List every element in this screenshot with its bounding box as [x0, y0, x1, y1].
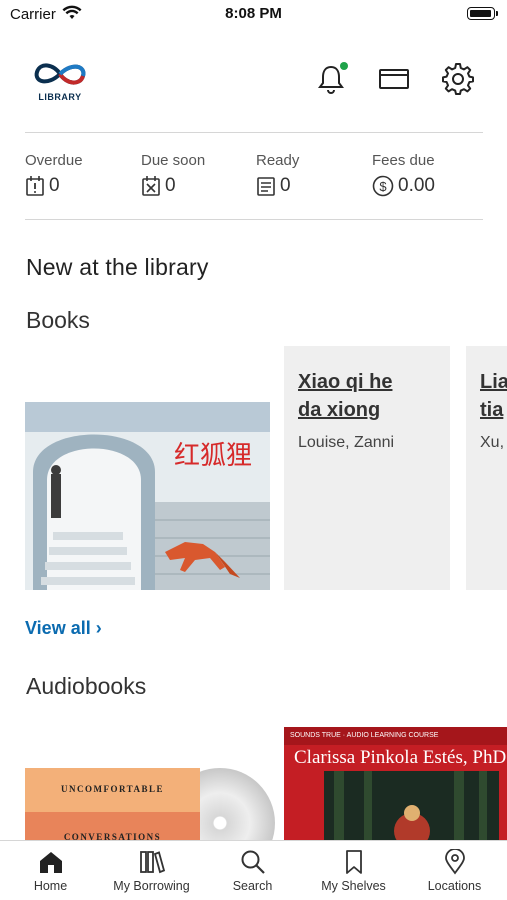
book-cover-red-fox[interactable]: 红狐狸 — [25, 402, 270, 590]
battery-icon — [467, 7, 498, 20]
tab-locations[interactable]: Locations — [404, 841, 505, 900]
book-title-line[interactable]: da xiong — [298, 396, 436, 424]
book-card-partial[interactable]: Lia tia Xu, — [466, 346, 507, 590]
book-title-line[interactable]: Xiao qi he — [298, 368, 436, 396]
stat-value: 0 — [165, 175, 176, 196]
section-title: New at the library — [26, 254, 209, 280]
book-title-line[interactable]: tia — [480, 396, 507, 424]
account-summary: Overdue 0 Due soon 0 Ready 0 Fees due $ … — [25, 152, 485, 202]
books-heading: Books — [26, 307, 90, 333]
books-icon — [139, 851, 165, 874]
tab-label: My Shelves — [321, 879, 386, 893]
bookmark-icon — [345, 850, 362, 874]
tab-label: Search — [232, 879, 273, 893]
cover-title: 红狐狸 — [174, 441, 252, 471]
audiobooks-heading: Audiobooks — [26, 673, 147, 699]
svg-text:$: $ — [379, 179, 387, 194]
gear-icon[interactable] — [441, 62, 475, 96]
stat-due-soon[interactable]: Due soon 0 — [141, 152, 256, 197]
alert-card-icon — [26, 176, 44, 196]
view-all-link[interactable]: View all › — [25, 618, 102, 639]
notification-dot — [340, 62, 348, 70]
infinity-logo-icon — [34, 63, 86, 85]
book-author: Xu, — [480, 434, 505, 451]
divider — [25, 219, 483, 220]
stat-value: 0 — [49, 175, 60, 196]
stat-value: 0.00 — [398, 175, 435, 196]
cover-title-line: UNCOMFORTABLE — [60, 784, 165, 794]
clock: 8:08 PM — [225, 5, 282, 22]
stat-label: Due soon — [141, 152, 206, 169]
stat-value: 0 — [280, 175, 291, 196]
search-icon — [241, 850, 265, 874]
tab-label: Locations — [427, 879, 482, 893]
home-icon — [39, 852, 62, 873]
app-header: LIBRARY — [0, 52, 507, 108]
forest-illustration — [324, 771, 499, 847]
tab-search[interactable]: Search — [202, 841, 303, 900]
book-ready-icon — [257, 177, 275, 196]
stat-fees-due[interactable]: Fees due $ 0.00 — [372, 152, 487, 197]
tab-label: My Borrowing — [113, 879, 190, 893]
cover-author: Clarissa Pinkola Estés, PhD — [294, 747, 507, 768]
stat-label: Overdue — [25, 152, 83, 169]
tab-label: Home — [33, 879, 68, 893]
dollar-circle-icon: $ — [372, 175, 394, 197]
book-author: Louise, Zanni — [298, 434, 395, 451]
divider — [25, 132, 483, 133]
publisher-strip: SOUNDS TRUE · AUDIO LEARNING COURSE — [284, 727, 507, 745]
audiobook-cover-estes[interactable]: SOUNDS TRUE · AUDIO LEARNING COURSE Clar… — [284, 727, 507, 847]
tab-my-borrowing[interactable]: My Borrowing — [101, 841, 202, 900]
tab-home[interactable]: Home — [0, 841, 101, 900]
library-logo[interactable]: LIBRARY — [30, 56, 90, 104]
tab-my-shelves[interactable]: My Shelves — [303, 841, 404, 900]
location-pin-icon — [444, 849, 465, 875]
book-card-xiao-qi-he[interactable]: Xiao qi he da xiong Louise, Zanni — [284, 346, 450, 590]
status-bar: Carrier 8:08 PM — [0, 0, 507, 28]
stat-label: Ready — [256, 152, 300, 169]
library-card-icon[interactable] — [377, 62, 411, 96]
stat-overdue[interactable]: Overdue 0 — [25, 152, 140, 197]
audiobook-cover-uncomfortable[interactable]: UNCOMFORTABLE CONVERSATIONS — [25, 768, 200, 848]
logo-text: LIBRARY — [38, 92, 82, 102]
cover-forest-art — [324, 771, 499, 847]
stat-ready[interactable]: Ready 0 — [256, 152, 371, 197]
book-title-line[interactable]: Lia — [480, 368, 507, 396]
tab-bar: Home My Borrowing Search My Shelves Loca… — [0, 840, 507, 900]
red-fox-cover-art: 红狐狸 — [25, 402, 270, 590]
stat-label: Fees due — [372, 152, 435, 169]
calendar-x-icon — [142, 176, 160, 196]
